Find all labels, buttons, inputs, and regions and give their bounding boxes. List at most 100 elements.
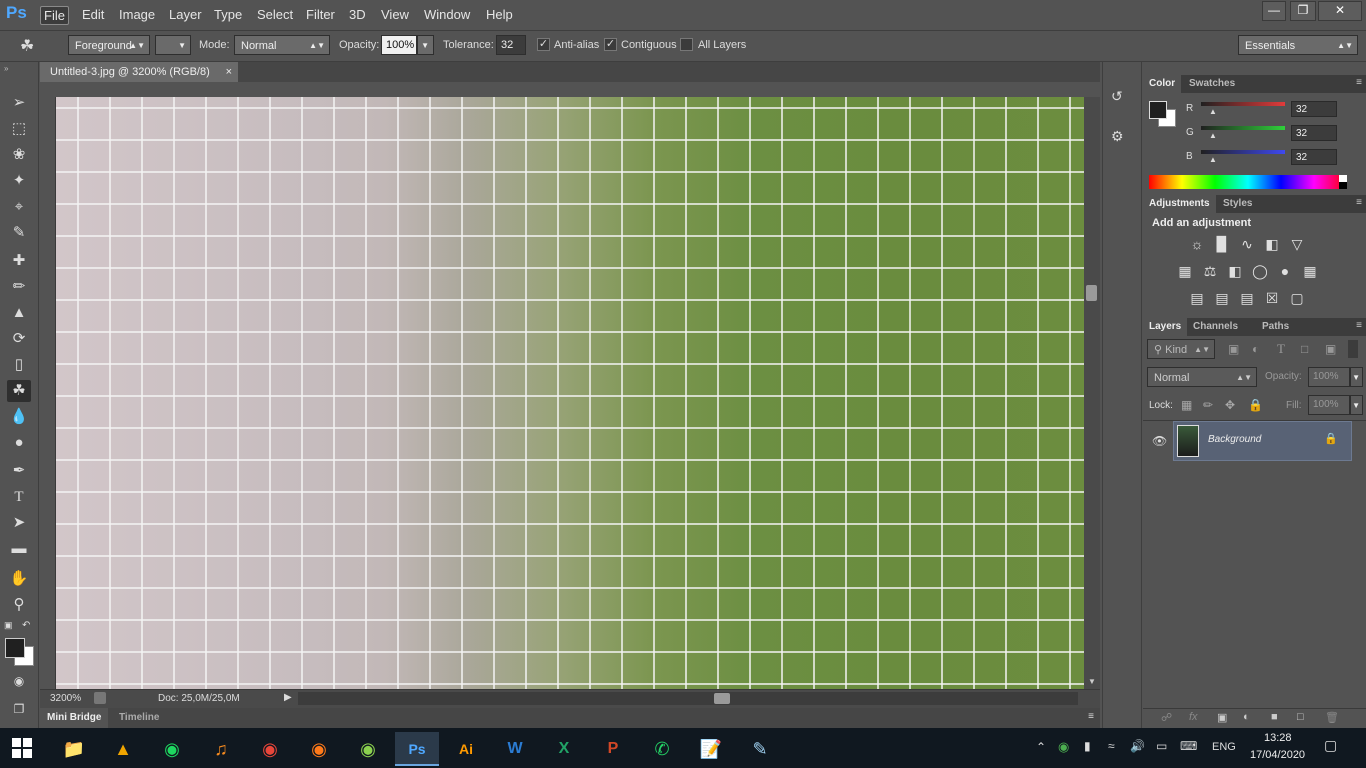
blend-mode-select[interactable]: Normal ▲▼ — [1147, 367, 1257, 387]
photoshop-taskbar-icon[interactable]: Ps — [395, 732, 439, 766]
new-adjustment-layer-icon[interactable]: ◐ — [1243, 711, 1250, 723]
vertical-scroll-thumb[interactable] — [1086, 285, 1097, 301]
properties-panel-icon[interactable]: ⚙ — [1111, 128, 1131, 146]
black-white-icon[interactable]: ◧ — [1226, 263, 1244, 279]
zoom-tool-icon[interactable]: ⚲ — [7, 594, 31, 616]
blue-slider-handle[interactable]: ▲ — [1209, 155, 1217, 164]
layer-opacity-input[interactable]: 100% — [1308, 367, 1350, 387]
horizontal-scroll-thumb[interactable] — [714, 693, 730, 704]
eyedropper-tool-icon[interactable]: ✎ — [7, 222, 31, 244]
vertical-scrollbar[interactable]: ▼ — [1084, 97, 1100, 689]
chrome-icon[interactable]: ◉ — [248, 732, 292, 766]
drawing-app-icon[interactable]: ✎ — [738, 732, 782, 766]
excel-icon[interactable]: X — [542, 732, 586, 766]
exposure-icon[interactable]: ◧ — [1263, 236, 1281, 252]
pattern-picker[interactable]: ▼ — [155, 35, 191, 55]
tolerance-input[interactable]: 32 — [496, 35, 526, 55]
zoom-level[interactable]: 3200% — [50, 693, 81, 704]
keyboard-icon[interactable]: ⌨ — [1180, 739, 1197, 753]
dodge-tool-icon[interactable]: ● — [7, 432, 31, 454]
panel-menu-icon[interactable]: ≡ — [1088, 711, 1094, 722]
opacity-dropdown[interactable]: ▼ — [417, 35, 434, 55]
menu-3d[interactable]: 3D — [346, 6, 369, 23]
tray-app-icon[interactable]: ◉ — [1058, 739, 1069, 755]
clock-date[interactable]: 17/04/2020 — [1250, 749, 1305, 761]
scroll-down-icon[interactable]: ▼ — [1088, 677, 1096, 686]
type-tool-icon[interactable]: T — [7, 486, 31, 508]
foreground-color-chip[interactable] — [1149, 101, 1167, 119]
minimize-button[interactable]: — — [1262, 1, 1286, 21]
white-chip[interactable] — [1339, 175, 1347, 182]
horizontal-scrollbar[interactable] — [298, 692, 1078, 705]
close-button[interactable]: ✕ — [1318, 1, 1362, 21]
color-spectrum[interactable] — [1149, 175, 1347, 189]
red-value-input[interactable]: 32 — [1291, 101, 1337, 117]
tab-mini-bridge[interactable]: Mini Bridge — [40, 708, 109, 728]
menu-edit[interactable]: Edit — [79, 6, 107, 23]
red-slider[interactable] — [1201, 102, 1285, 106]
clone-stamp-tool-icon[interactable]: ▲ — [7, 302, 31, 324]
document-tab[interactable]: Untitled-3.jpg @ 3200% (RGB/8) × — [40, 62, 238, 82]
mode-select[interactable]: Normal ▲▼ — [234, 35, 330, 55]
filter-toggle[interactable] — [1348, 340, 1358, 358]
vibrance-icon[interactable]: ▽ — [1288, 236, 1306, 252]
illustrator-icon[interactable]: Ai — [444, 732, 488, 766]
layer-style-icon[interactable]: fx — [1189, 711, 1198, 723]
quick-mask-icon[interactable]: ◉ — [7, 670, 31, 692]
pen-tool-icon[interactable]: ✒ — [7, 460, 31, 482]
levels-icon[interactable]: ▉ — [1213, 236, 1231, 252]
brightness-icon[interactable]: ☼ — [1188, 236, 1206, 252]
swap-colors-icon[interactable]: ↶ — [22, 620, 30, 631]
eraser-tool-icon[interactable]: ▯ — [7, 354, 31, 376]
powerpoint-icon[interactable]: P — [591, 732, 635, 766]
photo-filter-icon[interactable]: ◯ — [1251, 263, 1269, 279]
contiguous-checkbox[interactable]: ✓ — [604, 38, 617, 51]
marquee-tool-icon[interactable]: ⬚ — [7, 118, 31, 140]
red-slider-handle[interactable]: ▲ — [1209, 107, 1217, 116]
menu-type[interactable]: Type — [211, 6, 245, 23]
windows-start-icon[interactable] — [12, 738, 32, 758]
layer-row[interactable]: 👁 Background 🔒 — [1143, 421, 1366, 461]
tab-styles[interactable]: Styles — [1217, 195, 1258, 213]
history-brush-tool-icon[interactable]: ⟳ — [7, 328, 31, 350]
menu-layer[interactable]: Layer — [166, 6, 205, 23]
wifi-icon[interactable]: ≈ — [1108, 739, 1115, 753]
clock-time[interactable]: 13:28 — [1264, 732, 1292, 744]
blue-slider[interactable] — [1201, 150, 1285, 154]
foreground-color-swatch[interactable] — [5, 638, 25, 658]
volume-icon[interactable]: 🔊 — [1130, 739, 1145, 753]
blue-value-input[interactable]: 32 — [1291, 149, 1337, 165]
move-tool-icon[interactable]: ➢ — [7, 92, 31, 114]
selective-color-icon[interactable]: ☒ — [1263, 290, 1281, 306]
invert-icon[interactable]: ▤ — [1188, 290, 1206, 306]
tab-swatches[interactable]: Swatches — [1183, 75, 1241, 93]
fill-dropdown[interactable]: ▼ — [1350, 395, 1363, 415]
rectangle-tool-icon[interactable]: ▬ — [7, 538, 31, 560]
menu-window[interactable]: Window — [421, 6, 473, 23]
opacity-input[interactable]: 100% — [381, 35, 417, 55]
smart-object-filter-icon[interactable]: ▣ — [1325, 342, 1336, 356]
default-colors-icon[interactable]: ▣ — [4, 620, 13, 631]
menu-select[interactable]: Select — [254, 6, 296, 23]
tab-color[interactable]: Color — [1143, 75, 1182, 93]
add-mask-icon[interactable]: ▣ — [1217, 711, 1227, 724]
panel-menu-icon[interactable]: ≡ — [1356, 77, 1362, 88]
layer-name[interactable]: Background — [1208, 434, 1261, 445]
tab-paths[interactable]: Paths — [1256, 318, 1295, 336]
tab-channels[interactable]: Channels — [1187, 318, 1244, 336]
green-value-input[interactable]: 32 — [1291, 125, 1337, 141]
layer-filter-select[interactable]: ⚲ Kind ▲▼ — [1147, 339, 1215, 359]
type-filter-icon[interactable]: T — [1277, 341, 1285, 357]
blur-tool-icon[interactable]: 💧 — [7, 406, 31, 428]
menu-image[interactable]: Image — [116, 6, 158, 23]
fill-input[interactable]: 100% — [1308, 395, 1350, 415]
gradient-map-icon[interactable]: ▢ — [1288, 290, 1306, 306]
adjustment-filter-icon[interactable]: ◐ — [1252, 342, 1259, 356]
menu-filter[interactable]: Filter — [303, 6, 338, 23]
close-tab-icon[interactable]: × — [226, 62, 232, 82]
green-slider[interactable] — [1201, 126, 1285, 130]
notifications-icon[interactable]: ▢ — [1324, 737, 1337, 754]
all-layers-checkbox[interactable] — [680, 38, 693, 51]
notepad-icon[interactable]: 📝 — [689, 732, 733, 766]
anti-alias-checkbox[interactable]: ✓ — [537, 38, 550, 51]
